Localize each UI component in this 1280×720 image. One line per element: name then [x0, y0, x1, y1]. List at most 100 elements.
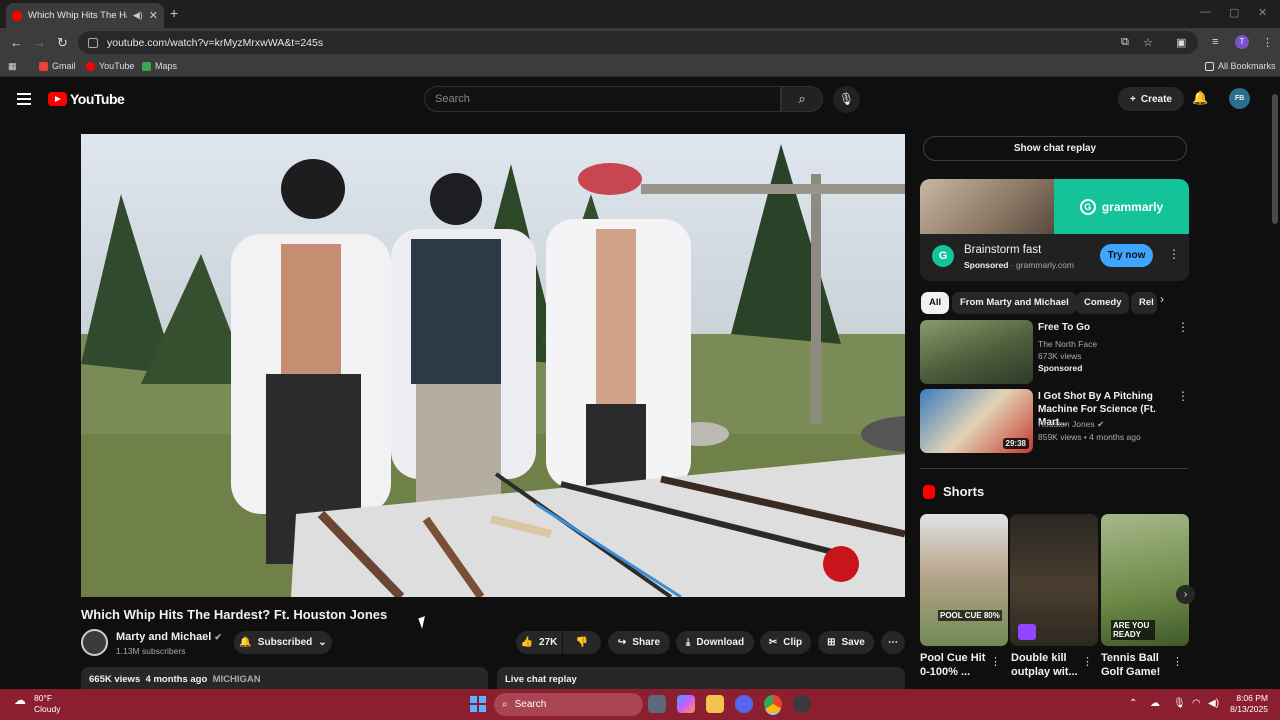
account-avatar[interactable]: FB — [1229, 88, 1250, 109]
download-button[interactable]: ⤓ Download — [676, 631, 754, 654]
download-icon: ⤓ — [685, 637, 691, 648]
minimize-icon[interactable]: — — [1200, 6, 1211, 18]
channel-name[interactable]: Marty and Michael ✔ — [116, 631, 222, 643]
verified-icon: ✔ — [1097, 419, 1105, 429]
more-options-icon[interactable]: ⋮ — [1082, 655, 1093, 668]
try-now-button[interactable]: Try now — [1100, 244, 1153, 267]
steam-icon[interactable] — [793, 695, 811, 713]
search-input[interactable]: Search — [424, 86, 781, 112]
recommendation-item[interactable]: Free To Go The North Face 673K views Spo… — [920, 320, 1190, 384]
clip-button[interactable]: ✂ Clip — [760, 631, 811, 654]
copilot-icon[interactable] — [677, 695, 695, 713]
more-options-icon[interactable]: ⋮ — [1177, 320, 1189, 334]
mouse-cursor-icon — [418, 616, 429, 629]
apps-grid-icon[interactable]: ▦ — [8, 61, 17, 72]
subscribed-button[interactable]: 🔔 Subscribed ⌄ — [234, 631, 332, 654]
more-actions-icon[interactable]: ⋯ — [881, 631, 905, 654]
search-button[interactable]: ⌕ — [781, 86, 823, 112]
notifications-bell-icon[interactable]: 🔔 — [1192, 90, 1208, 106]
volume-icon[interactable]: ◀) — [1208, 698, 1219, 709]
short-thumbnail[interactable]: ARE YOU READY — [1101, 514, 1189, 646]
short-title[interactable]: Double kill outplay wit... — [1011, 651, 1087, 679]
show-chat-replay-button[interactable]: Show chat replay — [923, 136, 1187, 161]
channel-avatar[interactable] — [81, 629, 108, 656]
shorts-next-arrow-icon[interactable]: › — [1176, 585, 1195, 604]
bookmarks-bar: ▦ Gmail YouTube Maps All Bookmarks — [0, 57, 1280, 77]
chip-from-channel[interactable]: From Marty and Michael — [952, 292, 1077, 314]
network-icon[interactable]: ◠ — [1192, 698, 1201, 709]
discord-icon[interactable] — [735, 695, 753, 713]
section-divider — [920, 468, 1188, 469]
short-thumbnail[interactable] — [1010, 514, 1098, 646]
voice-search-icon[interactable]: 🎙 — [833, 86, 860, 113]
menu-icon[interactable] — [17, 93, 31, 105]
chevron-right-icon[interactable]: › — [1160, 292, 1164, 306]
live-chat-replay-panel[interactable]: Live chat replay — [497, 667, 905, 689]
description-box[interactable]: 665K views 4 months ago MICHIGAN — [81, 667, 488, 689]
save-button[interactable]: ⊞ Save — [818, 631, 874, 654]
short-title[interactable]: Pool Cue Hit 0-100% ... — [920, 651, 996, 679]
onedrive-icon[interactable]: ☁ — [1150, 698, 1160, 709]
address-bar[interactable]: youtube.com/watch?v=krMyzMrxwWA&t=245s — [78, 31, 1198, 54]
video-thumbnail: 29:38 — [920, 389, 1033, 453]
thumbs-down-icon: 👎 — [575, 637, 589, 648]
chip-comedy[interactable]: Comedy — [1076, 292, 1130, 314]
close-tab-icon[interactable]: ✕ — [149, 9, 158, 22]
like-button[interactable]: 👍 27K — [516, 631, 562, 654]
page-scrollbar[interactable] — [1270, 78, 1280, 689]
windows-start-icon[interactable] — [470, 696, 486, 712]
media-control-icon[interactable]: ≡ — [1212, 36, 1218, 48]
more-options-icon[interactable]: ⋮ — [1172, 655, 1183, 668]
bookmark-youtube[interactable]: YouTube — [86, 61, 134, 71]
video-player[interactable] — [81, 134, 905, 597]
youtube-icon — [86, 61, 95, 71]
short-title[interactable]: Tennis Ball Golf Game! — [1101, 651, 1177, 679]
microphone-icon[interactable]: 🎙 — [1173, 698, 1186, 709]
back-icon[interactable]: ← — [10, 35, 23, 50]
dislike-button[interactable]: 👎 — [563, 631, 601, 654]
chip-all[interactable]: All — [921, 292, 950, 314]
file-explorer-icon[interactable] — [706, 695, 724, 713]
bookmark-maps[interactable]: Maps — [142, 61, 177, 71]
install-app-icon[interactable]: ⧉ — [1121, 36, 1129, 49]
recommendation-item[interactable]: 29:38 I Got Shot By A Pitching Machine F… — [920, 389, 1190, 453]
create-button[interactable]: + Create — [1118, 87, 1184, 111]
sponsored-ad[interactable]: G grammarly G Brainstorm fast Sponsored … — [920, 179, 1189, 281]
youtube-logo[interactable]: YouTube — [48, 91, 125, 107]
extensions-icon[interactable]: ▣ — [1176, 36, 1186, 49]
forward-icon[interactable]: → — [33, 35, 46, 50]
youtube-play-icon — [48, 92, 67, 106]
bell-icon: 🔔 — [239, 637, 252, 648]
short-thumbnail[interactable]: POOL CUE 80% — [920, 514, 1008, 646]
bookmark-gmail[interactable]: Gmail — [39, 61, 76, 71]
plus-icon: + — [1130, 93, 1136, 105]
task-view-icon[interactable] — [648, 695, 666, 713]
maximize-icon[interactable]: ▢ — [1229, 6, 1239, 19]
bookmark-star-icon[interactable]: ☆ — [1143, 36, 1153, 49]
video-frame — [81, 134, 905, 597]
ad-title: Brainstorm fast — [964, 244, 1042, 256]
scrollbar-thumb[interactable] — [1272, 94, 1278, 224]
site-info-icon[interactable] — [88, 37, 98, 48]
profile-avatar[interactable]: T — [1235, 35, 1249, 49]
close-window-icon[interactable]: ✕ — [1258, 6, 1267, 19]
share-button[interactable]: ↪ Share — [608, 631, 670, 654]
ad-menu-icon[interactable]: ⋮ — [1168, 247, 1180, 261]
browser-menu-icon[interactable]: ⋮ — [1262, 36, 1273, 49]
more-options-icon[interactable]: ⋮ — [990, 655, 1001, 668]
all-bookmarks[interactable]: All Bookmarks — [1205, 61, 1276, 71]
new-tab-icon[interactable]: + — [170, 5, 178, 21]
youtube-favicon-icon — [12, 10, 22, 21]
search-icon: ⌕ — [502, 699, 508, 710]
browser-tab-active[interactable]: Which Whip Hits The Hard ◀) ✕ — [6, 3, 164, 28]
weather-widget[interactable]: ☁ 80°F Cloudy — [14, 693, 60, 715]
grammarly-logo-icon: G — [1079, 198, 1096, 215]
more-options-icon[interactable]: ⋮ — [1177, 389, 1189, 403]
system-clock[interactable]: 8:06 PM 8/13/2025 — [1228, 693, 1268, 715]
taskbar-search[interactable]: ⌕ Search — [494, 693, 643, 716]
tray-overflow-icon[interactable]: ⌃ — [1129, 698, 1137, 709]
chip-related[interactable]: Rel — [1131, 292, 1157, 314]
chrome-icon[interactable] — [764, 695, 782, 713]
speaker-icon[interactable]: ◀) — [133, 10, 143, 21]
reload-icon[interactable]: ↻ — [57, 35, 68, 51]
